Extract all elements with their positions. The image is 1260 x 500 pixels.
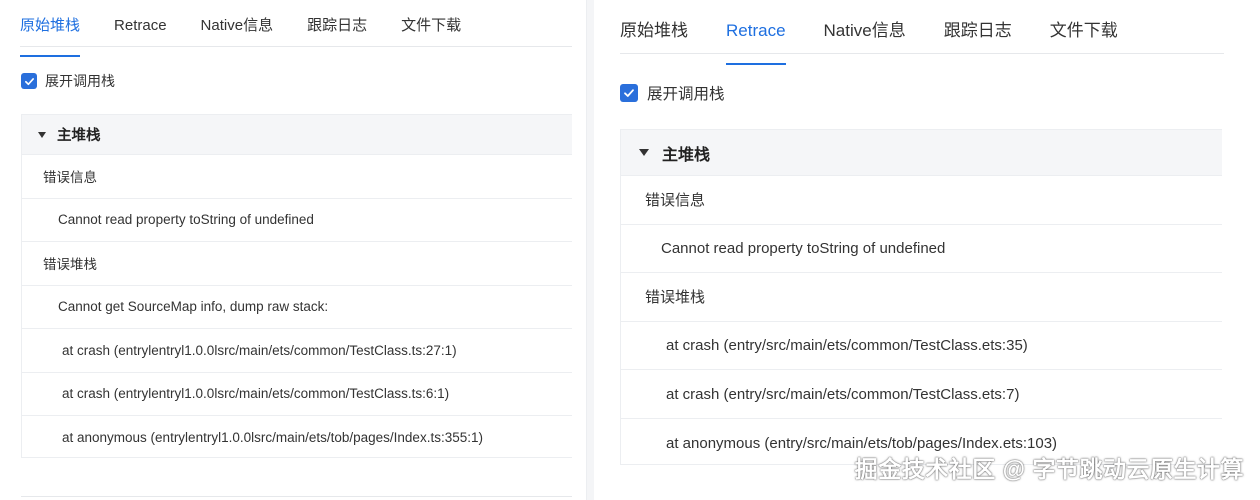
tab-retrace[interactable]: Retrace xyxy=(726,0,786,65)
caret-down-icon xyxy=(639,149,649,156)
tab-native-info[interactable]: Native信息 xyxy=(824,0,906,53)
divider xyxy=(21,496,572,497)
stack-note: Cannot get SourceMap info, dump raw stac… xyxy=(22,286,572,329)
main-stack-section: 主堆栈 错误信息 Cannot read property toString o… xyxy=(620,129,1222,465)
error-message: Cannot read property toString of undefin… xyxy=(621,225,1222,274)
expand-stack-label: 展开调用栈 xyxy=(45,73,115,89)
watermark: 掘金技术社区 @ 字节跳动云原生计算 xyxy=(854,456,1244,482)
tab-file-download[interactable]: 文件下载 xyxy=(1050,0,1118,53)
stack-frame: at crash (entry/src/main/ets/common/Test… xyxy=(621,370,1222,419)
main-stack-header[interactable]: 主堆栈 xyxy=(621,130,1222,176)
main-stack-title: 主堆栈 xyxy=(57,128,101,144)
panel-divider xyxy=(586,0,594,500)
error-info-label: 错误信息 xyxy=(22,155,572,199)
detail-tabs: 原始堆栈 Retrace Native信息 跟踪日志 文件下载 xyxy=(620,0,1224,65)
tab-trace-log[interactable]: 跟踪日志 xyxy=(307,0,367,46)
tab-raw-stack[interactable]: 原始堆栈 xyxy=(20,0,81,57)
stack-frame: at anonymous (entrylentryl1.0.0lsrc/main… xyxy=(62,430,483,446)
tab-trace-log[interactable]: 跟踪日志 xyxy=(944,0,1012,53)
main-stack-header[interactable]: 主堆栈 xyxy=(22,115,572,155)
left-crash-detail-panel: 原始堆栈 Retrace Native信息 跟踪日志 文件下载 展开调用栈 主堆… xyxy=(0,0,580,500)
expand-stack-toggle[interactable]: 展开调用栈 xyxy=(620,82,725,104)
tab-native-info[interactable]: Native信息 xyxy=(201,0,274,46)
expand-stack-label: 展开调用栈 xyxy=(647,86,725,103)
right-crash-detail-panel: 原始堆栈 Retrace Native信息 跟踪日志 文件下载 展开调用栈 主堆… xyxy=(598,0,1260,500)
error-message: Cannot read property toString of undefin… xyxy=(22,199,572,242)
error-info-label: 错误信息 xyxy=(621,176,1222,225)
tab-raw-stack[interactable]: 原始堆栈 xyxy=(620,0,688,53)
expand-stack-checkbox[interactable] xyxy=(21,73,37,89)
expand-stack-checkbox[interactable] xyxy=(620,84,638,102)
stack-frame: at crash (entrylentryl1.0.0lsrc/main/ets… xyxy=(22,329,572,373)
stack-frame: at crash (entrylentryl1.0.0lsrc/main/ets… xyxy=(22,373,572,416)
expand-stack-toggle[interactable]: 展开调用栈 xyxy=(21,71,115,91)
error-stack-label: 错误堆栈 xyxy=(621,273,1222,322)
tab-retrace[interactable]: Retrace xyxy=(114,0,167,46)
main-stack-title: 主堆栈 xyxy=(662,146,711,164)
error-stack-label: 错误堆栈 xyxy=(22,242,572,286)
checkmark-icon xyxy=(24,77,34,85)
main-stack-section: 主堆栈 错误信息 Cannot read property toString o… xyxy=(21,114,572,458)
detail-tabs: 原始堆栈 Retrace Native信息 跟踪日志 文件下载 xyxy=(20,0,572,57)
tab-file-download[interactable]: 文件下载 xyxy=(401,0,461,46)
checkmark-icon xyxy=(624,89,634,97)
caret-down-icon xyxy=(38,131,46,138)
stack-frame: at crash (entry/src/main/ets/common/Test… xyxy=(621,322,1222,371)
